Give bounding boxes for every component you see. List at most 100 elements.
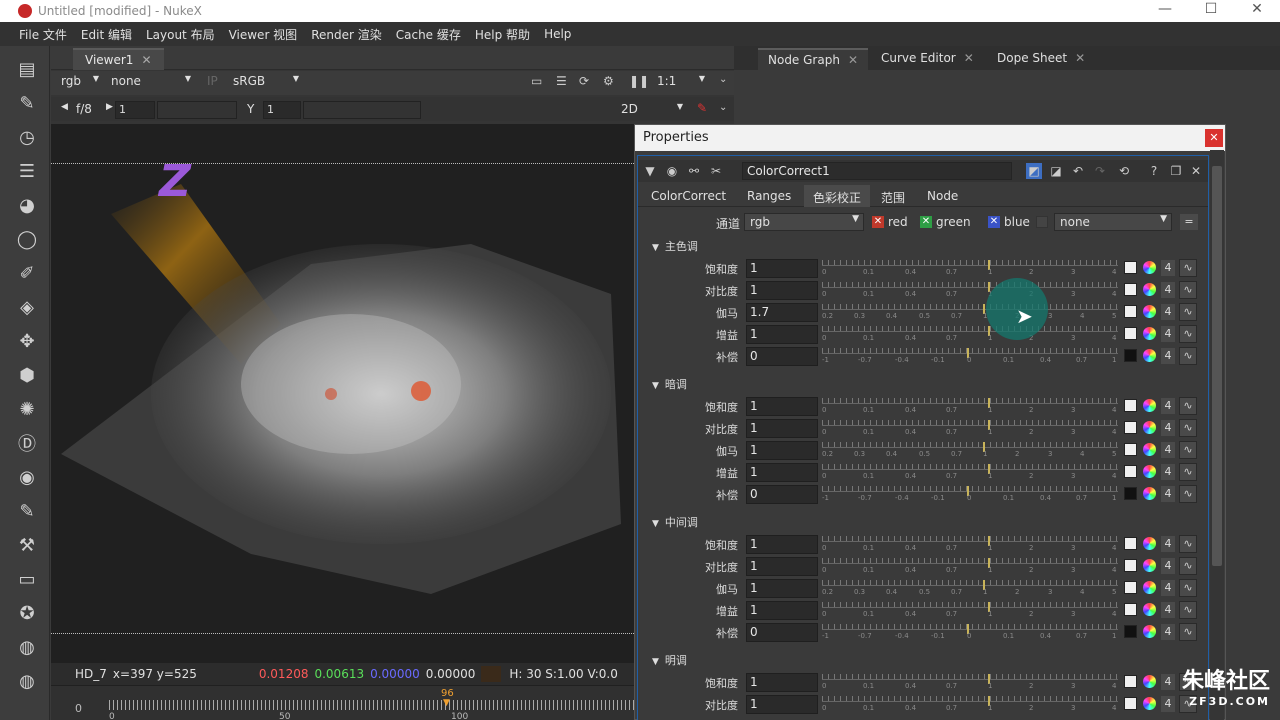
color-swatch-button[interactable] bbox=[1124, 675, 1137, 688]
color-swatch-button[interactable] bbox=[1124, 283, 1137, 296]
color-swatch-button[interactable] bbox=[1124, 559, 1137, 572]
channel-count-button[interactable]: 4 bbox=[1161, 442, 1175, 458]
3d-tool-icon[interactable]: ⬢ bbox=[16, 364, 38, 386]
channel-count-button[interactable]: 4 bbox=[1161, 674, 1175, 690]
knob-value-input[interactable]: 1 bbox=[746, 557, 818, 576]
lut-select[interactable]: sRGB ▼ bbox=[233, 74, 301, 92]
color-wheel-icon[interactable] bbox=[1143, 421, 1156, 434]
color-swatch-button[interactable] bbox=[1124, 327, 1137, 340]
color-swatch-button[interactable] bbox=[1124, 421, 1137, 434]
minimize-button[interactable]: — bbox=[1142, 0, 1188, 22]
gain-input[interactable]: 1 bbox=[115, 101, 155, 119]
channel-count-button[interactable]: 4 bbox=[1161, 398, 1175, 414]
knob-value-input[interactable]: 1 bbox=[746, 673, 818, 692]
color-wheel-icon[interactable] bbox=[1143, 537, 1156, 550]
knob-slider[interactable]: 00.10.40.71234 bbox=[822, 464, 1118, 480]
curve-icon[interactable]: ∿ bbox=[1179, 535, 1197, 553]
curve-icon[interactable]: ∿ bbox=[1179, 485, 1197, 503]
minus-button[interactable]: = bbox=[1180, 214, 1198, 230]
channel-count-button[interactable]: 4 bbox=[1161, 486, 1175, 502]
knob-value-input[interactable]: 1 bbox=[746, 397, 818, 416]
channel-count-button[interactable]: 4 bbox=[1161, 326, 1175, 342]
close-icon[interactable]: ✕ bbox=[1188, 163, 1204, 179]
toolsets-tool-icon[interactable]: ⚒ bbox=[16, 534, 38, 556]
color-wheel-icon[interactable] bbox=[1143, 675, 1156, 688]
curve-icon[interactable]: ∿ bbox=[1179, 325, 1197, 343]
list-icon[interactable]: ☰ bbox=[556, 74, 567, 92]
channels-select[interactable]: rgb ▼ bbox=[744, 213, 864, 231]
collapse-icon[interactable]: ▼ bbox=[642, 163, 658, 179]
image-tool-icon[interactable]: ▤ bbox=[16, 58, 38, 80]
gamma-input[interactable]: 1 bbox=[263, 101, 301, 119]
color-wheel-icon[interactable] bbox=[1143, 327, 1156, 340]
alpha-select[interactable]: none ▼ bbox=[111, 74, 193, 92]
knob-value-input[interactable]: 1 bbox=[746, 463, 818, 482]
channel-count-button[interactable]: 4 bbox=[1161, 464, 1175, 480]
color-wheel-icon[interactable] bbox=[1143, 399, 1156, 412]
tab-viewer1[interactable]: Viewer1 ✕ bbox=[73, 48, 164, 70]
color-swatch-button[interactable] bbox=[1124, 487, 1137, 500]
other-tool-icon[interactable]: ▭ bbox=[16, 568, 38, 590]
knob-slider[interactable]: 0.2 0.3 0.4 0.5 0.7 1 2 3 4 5 bbox=[822, 442, 1118, 458]
chevron-down-icon-2[interactable]: ⌄ bbox=[719, 102, 727, 120]
channel-count-button[interactable]: 4 bbox=[1161, 348, 1175, 364]
knob-value-input[interactable]: 1 bbox=[746, 579, 818, 598]
color-swatch-button[interactable] bbox=[1124, 537, 1137, 550]
knob-slider[interactable]: 00.10.40.71234 bbox=[822, 558, 1118, 574]
filter-tool-icon[interactable]: ◯ bbox=[16, 228, 38, 250]
channel-count-button[interactable]: 4 bbox=[1161, 602, 1175, 618]
help-icon[interactable]: ? bbox=[1146, 163, 1162, 179]
channel-select[interactable]: rgb ▼ bbox=[61, 74, 101, 92]
draw-tool-icon[interactable]: ✎ bbox=[16, 92, 38, 114]
menu-help-cn[interactable]: Help 帮助 bbox=[468, 26, 537, 43]
tab-node-graph[interactable]: Node Graph ✕ bbox=[758, 48, 869, 70]
roi-icon[interactable]: ▭ bbox=[531, 74, 542, 92]
color-swatch-button[interactable] bbox=[1124, 443, 1137, 456]
color-wheel-icon[interactable] bbox=[1143, 443, 1156, 456]
color-swatch-button[interactable] bbox=[1124, 625, 1137, 638]
properties-scrollbar[interactable] bbox=[1210, 150, 1224, 720]
red-checkbox[interactable]: ✕ bbox=[872, 216, 884, 228]
knob-value-input[interactable]: 1 bbox=[746, 441, 818, 460]
merge-tool-icon[interactable]: ◈ bbox=[16, 296, 38, 318]
pause-icon[interactable]: ❚❚ bbox=[629, 74, 649, 92]
section-header[interactable]: ▼ 主色调 bbox=[652, 238, 698, 254]
time-tool-icon[interactable]: ◷ bbox=[16, 126, 38, 148]
zoom-select[interactable]: 1:1 ▼ bbox=[657, 74, 707, 92]
knob-value-input[interactable]: 1 bbox=[746, 601, 818, 620]
refresh-icon[interactable]: ⟳ bbox=[579, 74, 589, 92]
knob-slider[interactable]: 00.10.40.71234 bbox=[822, 536, 1118, 552]
color-swatch-button[interactable] bbox=[1124, 465, 1137, 478]
section-header[interactable]: ▼ 暗调 bbox=[652, 376, 687, 392]
float-window-icon[interactable]: ❐ bbox=[1168, 163, 1184, 179]
color-wheel-icon[interactable] bbox=[1143, 261, 1156, 274]
knob-slider[interactable]: 00.10.40.71234 bbox=[822, 696, 1118, 712]
close-button[interactable]: ✕ bbox=[1234, 0, 1280, 22]
color-swatch-button[interactable] bbox=[1124, 261, 1137, 274]
color-wheel-icon[interactable] bbox=[1143, 283, 1156, 296]
color-swatch-button[interactable] bbox=[1124, 399, 1137, 412]
blue-checkbox[interactable]: ✕ bbox=[988, 216, 1000, 228]
knob-value-input[interactable]: 0 bbox=[746, 485, 818, 504]
channel-count-button[interactable]: 4 bbox=[1161, 420, 1175, 436]
channel-count-button[interactable]: 4 bbox=[1161, 624, 1175, 640]
color-wheel-icon[interactable] bbox=[1143, 697, 1156, 710]
knob-value-input[interactable]: 1 bbox=[746, 259, 818, 278]
knob-slider[interactable]: 00.10.40.71234 bbox=[822, 326, 1118, 342]
node-name-input[interactable]: ColorCorrect1 bbox=[742, 162, 1012, 180]
curve-icon[interactable]: ∿ bbox=[1179, 303, 1197, 321]
gamma-slider[interactable] bbox=[303, 101, 421, 119]
furnace-tool-icon[interactable]: ✪ bbox=[16, 602, 38, 624]
knob-slider[interactable]: 00.10.40.71234 bbox=[822, 674, 1118, 690]
menu-viewer[interactable]: Viewer 视图 bbox=[222, 26, 305, 43]
channel-tool-icon[interactable]: ☰ bbox=[16, 160, 38, 182]
properties-close-button[interactable]: ✕ bbox=[1205, 129, 1223, 147]
knob-slider[interactable]: 00.10.40.71234 bbox=[822, 282, 1118, 298]
scrollbar-thumb[interactable] bbox=[1212, 166, 1222, 566]
caret-right-icon[interactable]: ▶ bbox=[106, 102, 113, 120]
knob-value-input[interactable]: 1 bbox=[746, 281, 818, 300]
tab-ranges[interactable]: Ranges bbox=[738, 185, 800, 207]
views-tool-icon[interactable]: ◉ bbox=[16, 466, 38, 488]
collapse-icon[interactable]: ▼ bbox=[652, 519, 659, 529]
color-swatch-button[interactable] bbox=[1124, 603, 1137, 616]
